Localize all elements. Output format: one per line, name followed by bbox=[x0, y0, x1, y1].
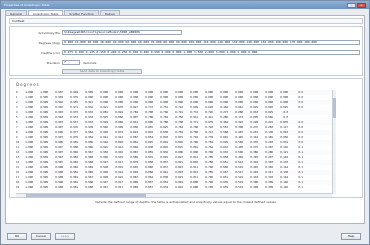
table-cell[interactable]: 0.947 bbox=[94, 185, 109, 190]
section-title: Coldtest bbox=[9, 18, 363, 24]
anisotropy-file-label: Anisotropy file bbox=[38, 31, 60, 35]
table-cell[interactable]: 0.822 bbox=[169, 185, 184, 190]
precision-field[interactable]: 7 bbox=[62, 60, 80, 65]
send-to-table-button[interactable]: Send data to anisotropy table bbox=[62, 69, 142, 74]
degrees-field[interactable]: 0.000 10.000 20.000 30.000 40.000 50.000… bbox=[62, 40, 360, 45]
table-cell[interactable]: 0.917 bbox=[109, 185, 124, 190]
window-title: Properties of Anisotropic Table bbox=[4, 3, 50, 7]
depths-label: Depths (cm) bbox=[41, 51, 60, 55]
degrees-heading: Degrees bbox=[16, 82, 40, 87]
table-cell[interactable]: 0.998 bbox=[49, 185, 64, 190]
precision-label: Precision bbox=[46, 61, 60, 65]
help-button[interactable]: Help bbox=[341, 233, 361, 240]
degrees-table-group: Degrees 0 1.000 1.000 0.997 0.994 0.999 0.000 0… bbox=[9, 78, 363, 198]
precision-unit: decimals bbox=[83, 61, 97, 65]
table-cell[interactable]: 0.981 bbox=[64, 185, 79, 190]
extrapolation-note: Outside the defined range of depths, the… bbox=[95, 200, 277, 204]
horizontal-scroll-thumb[interactable] bbox=[26, 194, 146, 197]
table-cell[interactable]: 0.0 bbox=[289, 105, 304, 110]
ok-button[interactable]: OK bbox=[7, 233, 27, 240]
window-controls: – × bbox=[347, 2, 366, 8]
anisotropy-grid[interactable]: 0 1.000 1.000 0.997 0.994 0.999 0.000 0.000 0.00… bbox=[16, 90, 332, 194]
table-cell[interactable]: 1.000 bbox=[19, 185, 34, 190]
table-row: 19 1.000 0.999 0.998 0.981 0.968 0.947 0.917 0.8… bbox=[16, 185, 332, 190]
table-cell[interactable]: 0.808 bbox=[184, 185, 199, 190]
anisotropy-file-field[interactable]: %%ImagesDIR%\ConfigSourceModel\5000_AB00… bbox=[62, 30, 182, 35]
table-cell[interactable]: 0.659 bbox=[214, 185, 229, 190]
tab-panel: Coldtest Anisotropy file %%ImagesDIR%\Co… bbox=[5, 15, 365, 224]
horizontal-scrollbar[interactable] bbox=[16, 193, 332, 197]
table-cell[interactable]: 0.790 bbox=[199, 185, 214, 190]
title-bar: Properties of Anisotropic Table – × bbox=[1, 1, 369, 9]
apply-button[interactable]: Apply bbox=[55, 233, 75, 240]
table-cell[interactable]: 0.398 bbox=[244, 185, 259, 190]
table-cell[interactable]: 0.309 bbox=[259, 185, 274, 190]
table-cell[interactable]: 0.834 bbox=[154, 185, 169, 190]
close-icon[interactable]: × bbox=[357, 2, 366, 8]
dialog-buttons: OK Cancel Apply Help bbox=[1, 231, 370, 243]
table-cell[interactable]: 0.1 bbox=[289, 185, 304, 190]
degrees-label: Degrees (deg) bbox=[38, 41, 60, 45]
settings-group: Anisotropy file %%ImagesDIR%\ConfigSourc… bbox=[9, 26, 363, 76]
minimize-icon[interactable]: – bbox=[347, 2, 356, 8]
table-cell[interactable]: 0.999 bbox=[34, 185, 49, 190]
table-cell[interactable]: 0.968 bbox=[79, 185, 94, 190]
table-cell[interactable]: 0.519 bbox=[229, 185, 244, 190]
properties-window: Properties of Anisotropic Table – × Gene… bbox=[0, 0, 370, 245]
cancel-button[interactable]: Cancel bbox=[31, 233, 51, 240]
vertical-scrollbar[interactable] bbox=[332, 90, 336, 194]
vertical-scroll-thumb[interactable] bbox=[333, 98, 336, 118]
depths-field[interactable]: 0.075 0.100 0.125 0.150 0.200 0.250 0.30… bbox=[62, 50, 360, 55]
table-cell[interactable]: 0.857 bbox=[139, 185, 154, 190]
table-cell[interactable]: 0.889 bbox=[124, 185, 139, 190]
table-cell[interactable]: 0.146 bbox=[274, 185, 289, 190]
